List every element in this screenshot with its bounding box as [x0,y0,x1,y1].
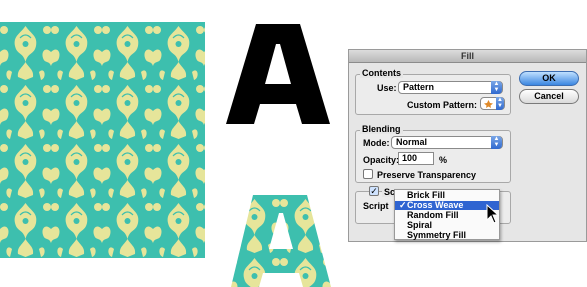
dialog-title: Fill [349,50,586,63]
opacity-label: Opacity: [363,155,400,165]
script-label: Script [363,201,389,211]
menu-item-symmetry-fill[interactable]: Symmetry Fill [395,231,499,240]
blending-group-title: Blending [360,124,403,134]
custom-pattern-label: Custom Pattern: [407,100,478,110]
checkmark-icon: ✓ [399,200,407,210]
script-dropdown-menu: Brick Fill ✓ Cross Weave Random Fill Spi… [394,189,500,240]
mode-select[interactable]: Normal ▲ ▼ [391,136,503,149]
use-select-value: Pattern [403,82,435,92]
letter-a-pattern-image [229,195,331,287]
menu-item-label: Cross Weave [407,200,464,210]
scripted-patterns-checkbox[interactable]: ✓ [369,186,379,196]
damask-pattern-image [0,22,205,258]
mode-select-value: Normal [396,137,428,147]
pattern-swatch-icon [484,100,493,108]
up-down-arrows-icon: ▲ ▼ [491,136,502,149]
use-label: Use: [377,83,397,93]
up-down-arrows-icon: ▲ ▼ [496,97,504,110]
arrow-cursor-icon [486,203,500,224]
mode-label: Mode: [363,138,390,148]
opacity-unit: % [439,155,448,165]
cancel-button[interactable]: Cancel [519,89,579,104]
menu-item-cross-weave[interactable]: ✓ Cross Weave [395,201,499,210]
opacity-input[interactable]: 100 [398,152,434,165]
preserve-transparency-label: Preserve Transparency [377,170,477,180]
preserve-transparency-checkbox[interactable] [363,169,373,179]
up-down-arrows-icon: ▲ ▼ [491,81,502,94]
menu-item-brick-fill[interactable]: Brick Fill [395,191,499,200]
contents-group-title: Contents [360,68,403,78]
menu-item-spiral[interactable]: Spiral [395,221,499,230]
menu-item-random-fill[interactable]: Random Fill [395,211,499,220]
use-select[interactable]: Pattern ▲ ▼ [398,81,503,94]
custom-pattern-select[interactable]: ▲ ▼ [480,97,505,110]
ok-button[interactable]: OK [519,71,579,86]
letter-a-black-image [226,24,330,124]
